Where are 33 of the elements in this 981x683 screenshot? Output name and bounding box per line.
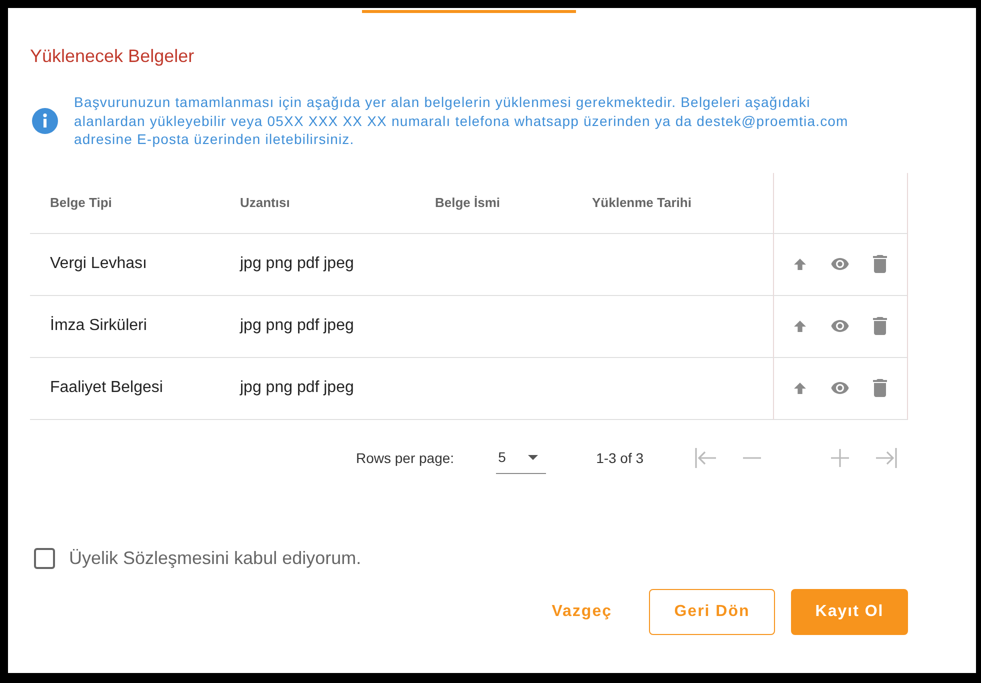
eye-icon[interactable] xyxy=(829,318,851,334)
rows-per-page-label: Rows per page: xyxy=(356,450,454,466)
upload-icon[interactable] xyxy=(792,380,808,396)
table-cell: İmza Sirküleri xyxy=(30,296,220,358)
first-page-icon[interactable] xyxy=(694,446,718,470)
trash-icon[interactable] xyxy=(872,378,888,398)
rows-per-page-select[interactable]: 5 xyxy=(496,442,546,474)
column-header: Belge Tipi xyxy=(30,172,220,234)
section-title: Yüklenecek Belgeler xyxy=(30,46,194,67)
checkbox[interactable] xyxy=(34,548,55,568)
caret-icon xyxy=(528,454,538,460)
last-page-icon[interactable] xyxy=(874,446,898,470)
page-range: 1-3 of 3 xyxy=(596,450,644,466)
column-header: Belge İsmi xyxy=(415,172,572,234)
checkbox-label: Üyelik Sözleşmesini kabul ediyorum. xyxy=(69,548,362,568)
trash-icon[interactable] xyxy=(872,316,888,336)
info-text: Başvurunuzun tamamlanması için aşağıda yer alan belgelerin yüklenmesi gerekmektedir. Belgeleri aşağıdaki alanlardan yükleyebilir veya 05XX XXX XX XX numaralı telefona whatsapp üzerinden ya da destek@proemtia.com adresine E-posta üzerinden iletebilirsiniz. xyxy=(74,93,850,148)
table-cell: jpg png pdf jpeg xyxy=(220,234,415,296)
upload-icon[interactable] xyxy=(792,318,808,334)
table-cell: Faaliyet Belgesi xyxy=(30,358,220,420)
eye-icon[interactable] xyxy=(829,380,851,396)
table-cell: Vergi Levhası xyxy=(30,234,220,296)
upload-icon[interactable] xyxy=(792,256,808,272)
table-cell: jpg png pdf jpeg xyxy=(220,358,415,420)
secondary-button[interactable]: Geri Dön xyxy=(649,588,775,634)
cancel-button[interactable]: Vazgeç xyxy=(530,588,633,634)
column-header: Yüklenme Tarihi xyxy=(572,172,773,234)
trash-icon[interactable] xyxy=(872,254,888,274)
info-icon xyxy=(32,108,58,134)
table-cell: jpg png pdf jpeg xyxy=(220,296,415,358)
eye-icon[interactable] xyxy=(829,256,851,272)
column-header: Uzantısı xyxy=(220,172,415,234)
primary-button[interactable]: Kayıt Ol xyxy=(791,588,908,634)
